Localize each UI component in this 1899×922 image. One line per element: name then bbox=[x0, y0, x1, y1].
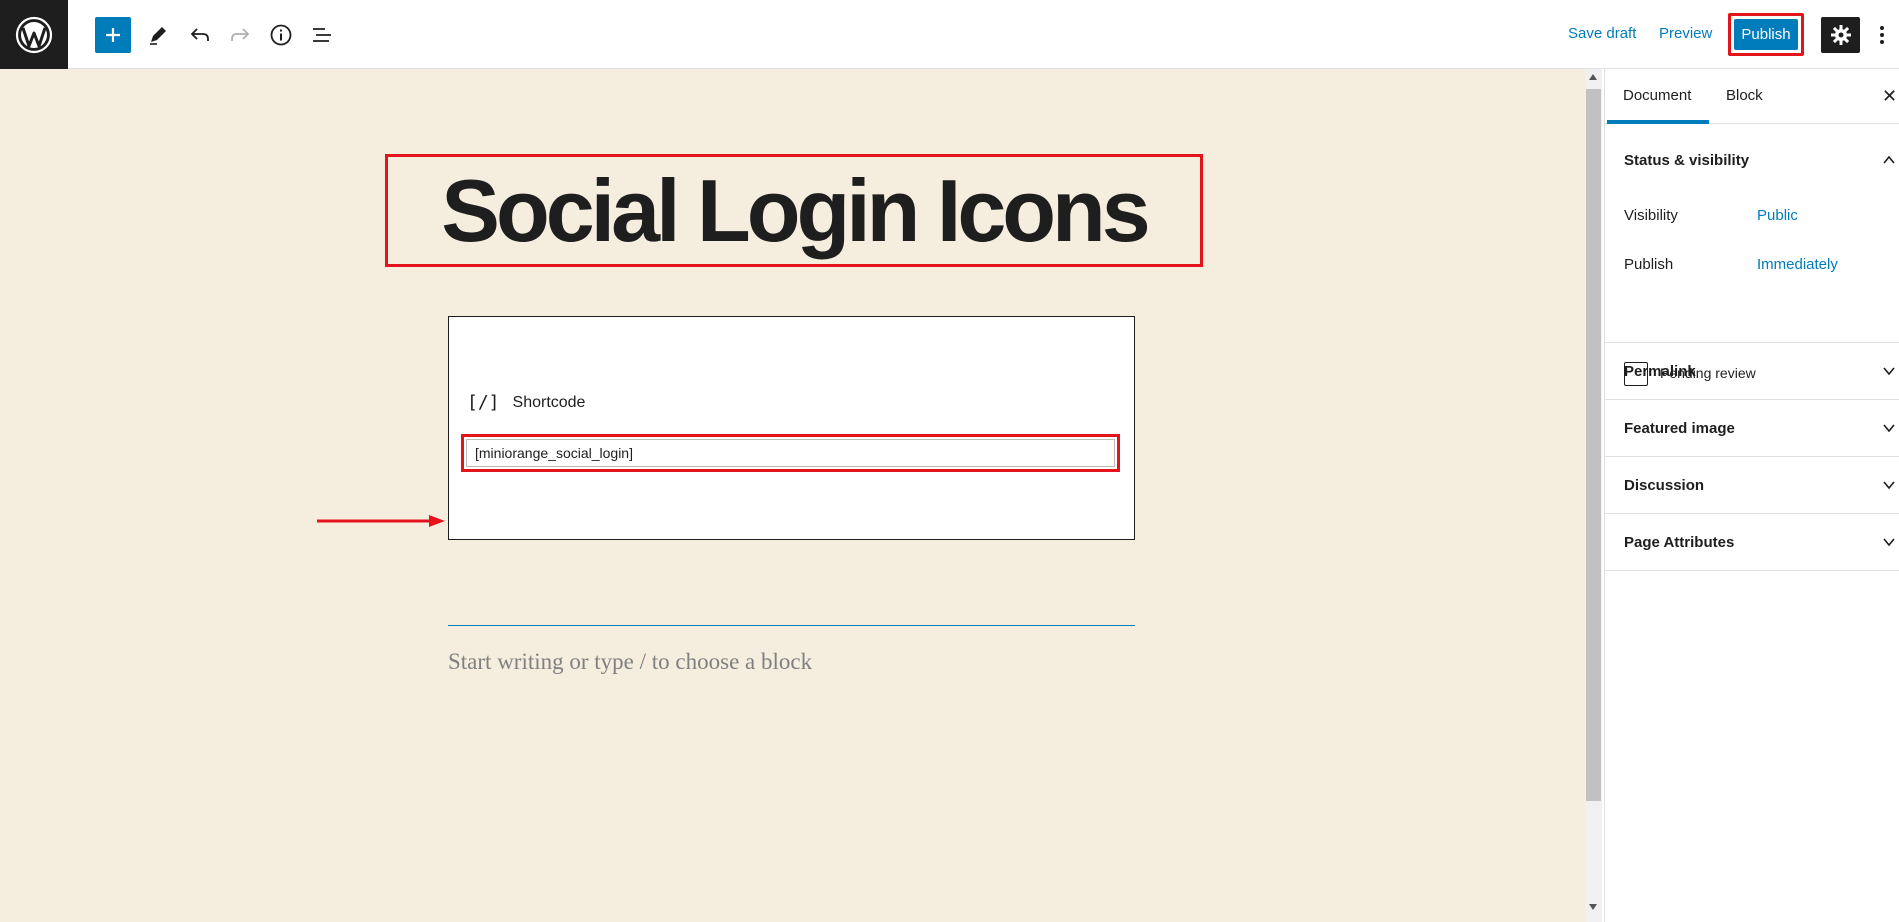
add-block-button[interactable] bbox=[95, 17, 131, 53]
gear-icon bbox=[1830, 25, 1851, 45]
panel-title-permalink[interactable]: Permalink bbox=[1624, 363, 1696, 380]
publish-button[interactable]: Publish bbox=[1734, 19, 1798, 50]
shortcode-input-highlight bbox=[461, 434, 1120, 472]
wordpress-logo-icon[interactable] bbox=[0, 0, 68, 69]
panel-status-visibility: Status & visibility Visibility Public Pu… bbox=[1605, 124, 1899, 386]
settings-sidebar: Document Block ✕ Status & visibility Vis… bbox=[1604, 69, 1899, 922]
tools-button[interactable] bbox=[140, 17, 176, 53]
panel-title-status-visibility[interactable]: Status & visibility bbox=[1624, 152, 1749, 169]
save-draft-button[interactable]: Save draft bbox=[1568, 25, 1636, 42]
panel-title-discussion[interactable]: Discussion bbox=[1624, 477, 1704, 494]
shortcode-block-header: [/] Shortcode bbox=[467, 392, 585, 413]
panel-permalink[interactable]: Permalink bbox=[1605, 343, 1899, 400]
chevron-down-icon[interactable] bbox=[1883, 422, 1895, 434]
shortcode-input[interactable] bbox=[466, 439, 1115, 467]
block-placeholder[interactable]: Start writing or type / to choose a bloc… bbox=[448, 649, 812, 675]
block-separator bbox=[448, 625, 1135, 626]
publish-date-value[interactable]: Immediately bbox=[1757, 256, 1838, 273]
settings-button[interactable] bbox=[1821, 17, 1860, 53]
tab-document[interactable]: Document bbox=[1623, 87, 1691, 104]
chevron-up-icon[interactable] bbox=[1883, 154, 1895, 166]
visibility-label: Visibility bbox=[1624, 207, 1678, 224]
red-arrow-annotation bbox=[317, 515, 445, 527]
panel-title-page-attributes[interactable]: Page Attributes bbox=[1624, 534, 1734, 551]
scroll-up-icon[interactable] bbox=[1589, 74, 1597, 80]
tab-block[interactable]: Block bbox=[1726, 87, 1763, 104]
editor-canvas: Social Login Icons [/] Shortcode Start w… bbox=[0, 69, 1585, 922]
pencil-icon bbox=[150, 27, 166, 45]
preview-button[interactable]: Preview bbox=[1659, 25, 1712, 42]
close-icon[interactable]: ✕ bbox=[1882, 86, 1897, 107]
panel-discussion[interactable]: Discussion bbox=[1605, 457, 1899, 514]
scrollbar-thumb[interactable] bbox=[1586, 89, 1601, 801]
more-options-button[interactable] bbox=[1870, 17, 1894, 53]
undo-icon bbox=[190, 28, 209, 41]
sidebar-tabs: Document Block ✕ bbox=[1605, 69, 1899, 124]
info-icon bbox=[270, 24, 292, 46]
publish-highlight: Publish bbox=[1728, 13, 1804, 56]
list-view-button[interactable] bbox=[304, 17, 340, 53]
chevron-down-icon[interactable] bbox=[1883, 536, 1895, 548]
title-highlight: Social Login Icons bbox=[385, 154, 1203, 267]
chevron-down-icon[interactable] bbox=[1883, 365, 1895, 377]
plus-icon bbox=[106, 28, 120, 42]
editor-header: Save draft Preview Publish bbox=[0, 0, 1899, 69]
more-vertical-icon bbox=[1880, 26, 1884, 44]
shortcode-block[interactable]: [/] Shortcode bbox=[448, 316, 1135, 540]
panel-featured-image[interactable]: Featured image bbox=[1605, 400, 1899, 457]
redo-button[interactable] bbox=[222, 17, 258, 53]
shortcode-icon: [/] bbox=[467, 392, 500, 413]
canvas-scrollbar[interactable] bbox=[1585, 69, 1602, 922]
scroll-down-icon[interactable] bbox=[1589, 904, 1597, 910]
panel-page-attributes[interactable]: Page Attributes bbox=[1605, 514, 1899, 571]
chevron-down-icon[interactable] bbox=[1883, 479, 1895, 491]
shortcode-block-label: Shortcode bbox=[512, 393, 586, 411]
undo-button[interactable] bbox=[182, 17, 218, 53]
post-title[interactable]: Social Login Icons bbox=[441, 166, 1150, 255]
publish-label: Publish bbox=[1624, 256, 1674, 273]
visibility-value[interactable]: Public bbox=[1757, 207, 1798, 224]
redo-icon bbox=[231, 28, 250, 41]
list-view-icon bbox=[313, 28, 331, 42]
panel-title-featured-image[interactable]: Featured image bbox=[1624, 420, 1735, 437]
details-button[interactable] bbox=[263, 17, 299, 53]
